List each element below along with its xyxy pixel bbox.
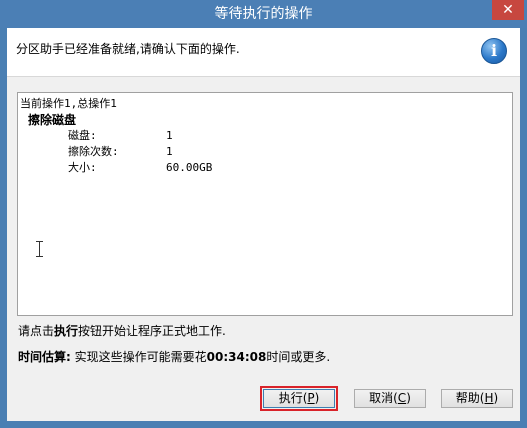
operations-list[interactable]: 当前操作1,总操作1 擦除磁盘 磁盘: 1 擦除次数: 1 大小: 60.00G… bbox=[17, 92, 513, 316]
execute-button[interactable]: 执行(P) bbox=[260, 386, 338, 411]
hint-prefix: 请点击 bbox=[18, 324, 55, 338]
detail-value: 1 bbox=[166, 145, 173, 158]
hint-suffix: 按钮开始让程序正式地工作. bbox=[78, 324, 226, 338]
estimate-label: 时间估算: bbox=[18, 350, 71, 364]
detail-key: 磁盘: bbox=[68, 129, 97, 142]
dialog-body: 分区助手已经准备就绪,请确认下面的操作. i 当前操作1,总操作1 擦除磁盘 磁… bbox=[7, 28, 520, 421]
detail-value: 60.00GB bbox=[166, 161, 213, 174]
detail-row: 擦除次数: 1 bbox=[20, 144, 212, 160]
detail-key: 大小: bbox=[68, 161, 97, 174]
text-cursor-icon bbox=[36, 241, 44, 257]
info-icon: i bbox=[481, 38, 507, 64]
time-estimate: 时间估算: 实现这些操作可能需要花00:34:08时间或更多. bbox=[18, 348, 330, 365]
estimate-time: 00:34:08 bbox=[206, 350, 267, 364]
cancel-button[interactable]: 取消(C) bbox=[354, 389, 426, 408]
header-panel: 分区助手已经准备就绪,请确认下面的操作. i bbox=[7, 28, 520, 77]
window-title: 等待执行的操作 bbox=[214, 6, 313, 22]
detail-value: 1 bbox=[166, 129, 173, 142]
close-icon: ✕ bbox=[502, 2, 514, 18]
operation-title: 擦除磁盘 bbox=[28, 113, 77, 127]
detail-key: 擦除次数: bbox=[68, 145, 119, 158]
operations-summary: 当前操作1,总操作1 bbox=[20, 97, 117, 110]
detail-row: 大小: 60.00GB bbox=[20, 160, 212, 176]
estimate-suffix: 时间或更多. bbox=[266, 350, 331, 364]
hint-bold: 执行 bbox=[54, 324, 79, 338]
dialog-window: 等待执行的操作 ✕ 分区助手已经准备就绪,请确认下面的操作. i 当前操作1,总… bbox=[0, 0, 527, 428]
estimate-prefix: 实现这些操作可能需要花 bbox=[70, 350, 207, 364]
hint-text: 请点击执行按钮开始让程序正式地工作. bbox=[18, 322, 226, 339]
close-button[interactable]: ✕ bbox=[492, 0, 524, 20]
title-bar[interactable]: 等待执行的操作 ✕ bbox=[0, 0, 527, 28]
header-message: 分区助手已经准备就绪,请确认下面的操作. bbox=[16, 42, 240, 56]
detail-row: 磁盘: 1 bbox=[20, 128, 212, 144]
help-button[interactable]: 帮助(H) bbox=[441, 389, 513, 408]
